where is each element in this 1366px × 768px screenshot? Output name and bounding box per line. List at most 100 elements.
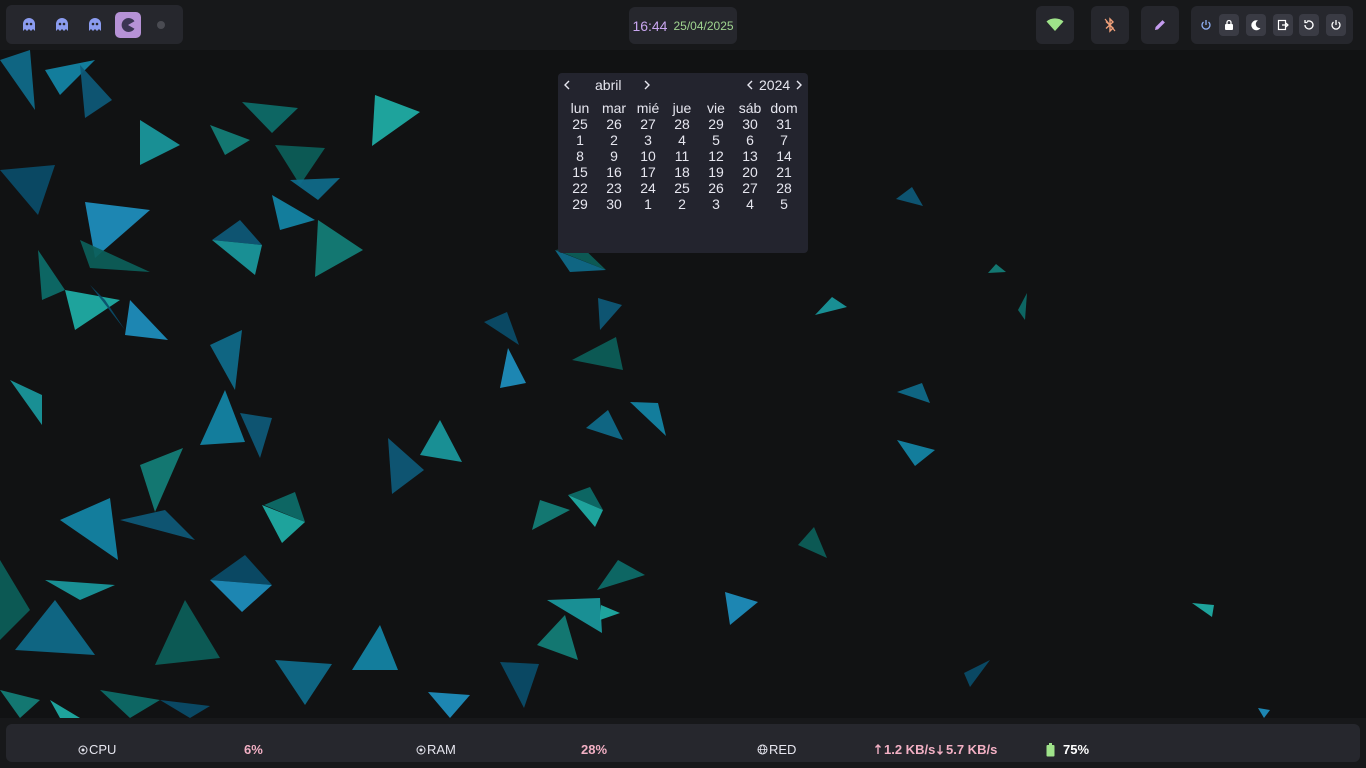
calendar-day[interactable]: 3 xyxy=(631,132,665,148)
workspace-5-button[interactable] xyxy=(148,12,174,38)
calendar-day[interactable]: 24 xyxy=(631,180,665,196)
clock-time: 16:44 xyxy=(632,17,668,34)
calendar-day[interactable]: 27 xyxy=(631,116,665,132)
network-download-rate: 5.7 KB/s xyxy=(946,742,998,757)
next-year-button[interactable] xyxy=(792,77,806,93)
wallpaper-shard xyxy=(125,300,168,340)
calendar-day[interactable]: 13 xyxy=(733,148,767,164)
calendar-day[interactable]: 7 xyxy=(767,132,801,148)
wallpaper-shard xyxy=(484,312,519,345)
calendar-day[interactable]: 20 xyxy=(733,164,767,180)
calendar-day[interactable]: 28 xyxy=(665,116,699,132)
calendar-day[interactable]: 19 xyxy=(699,164,733,180)
shutdown-button[interactable] xyxy=(1326,14,1346,36)
clock-widget[interactable]: 16:44 25/04/2025 xyxy=(629,7,737,44)
calendar-day[interactable]: 15 xyxy=(563,164,597,180)
bluetooth-button[interactable] xyxy=(1091,6,1129,44)
calendar-day[interactable]: 21 xyxy=(767,164,801,180)
calendar-day[interactable]: 17 xyxy=(631,164,665,180)
edit-button[interactable] xyxy=(1141,6,1179,44)
suspend-button[interactable] xyxy=(1246,14,1266,36)
calendar-week-row: 25 26 27 28 29 30 31 xyxy=(563,116,801,132)
wallpaper-shard xyxy=(240,413,272,458)
cpu-label: CPU xyxy=(89,742,117,757)
calendar-day[interactable]: 23 xyxy=(597,180,631,196)
wallpaper-shard xyxy=(140,448,183,512)
calendar-day[interactable]: 22 xyxy=(563,180,597,196)
workspace-2-button[interactable] xyxy=(49,12,75,38)
calendar-day[interactable]: 9 xyxy=(597,148,631,164)
battery-stat: 75% xyxy=(1046,742,1089,757)
calendar-week-row: 22 23 24 25 26 27 28 xyxy=(563,180,801,196)
calendar-day[interactable]: 1 xyxy=(563,132,597,148)
calendar-grid: lun mar mié jue vie sáb dom 25 26 27 28 … xyxy=(563,100,801,212)
calendar-day[interactable]: 4 xyxy=(665,132,699,148)
wallpaper-shard xyxy=(80,240,150,272)
ghost-icon xyxy=(56,18,68,31)
workspace-1-button[interactable] xyxy=(16,12,42,38)
calendar-day[interactable]: 1 xyxy=(631,196,665,212)
workspace-4-button[interactable] xyxy=(115,12,141,38)
calendar-day[interactable]: 11 xyxy=(665,148,699,164)
wallpaper-shard xyxy=(1018,293,1027,320)
weekday-label: sáb xyxy=(738,100,762,116)
power-icon xyxy=(1201,20,1211,30)
calendar-day[interactable]: 6 xyxy=(733,132,767,148)
power-button[interactable] xyxy=(1196,14,1216,36)
wallpaper-shard xyxy=(725,592,758,625)
calendar-day[interactable]: 29 xyxy=(699,116,733,132)
wallpaper-shard xyxy=(597,560,645,590)
calendar-day[interactable]: 10 xyxy=(631,148,665,164)
bluetooth-off-icon xyxy=(1104,17,1116,33)
calendar-day[interactable]: 31 xyxy=(767,116,801,132)
restart-button[interactable] xyxy=(1299,14,1319,36)
calendar-day[interactable]: 18 xyxy=(665,164,699,180)
wallpaper-shard xyxy=(210,125,250,155)
prev-month-button[interactable] xyxy=(560,77,574,93)
logout-button[interactable] xyxy=(1273,14,1293,36)
calendar-day[interactable]: 29 xyxy=(563,196,597,212)
calendar-day[interactable]: 3 xyxy=(699,196,733,212)
calendar-day[interactable]: 8 xyxy=(563,148,597,164)
calendar-day[interactable]: 4 xyxy=(733,196,767,212)
calendar-day[interactable]: 26 xyxy=(597,116,631,132)
calendar-day[interactable]: 26 xyxy=(699,180,733,196)
weekday-label: mar xyxy=(601,100,627,116)
calendar-day[interactable]: 27 xyxy=(733,180,767,196)
calendar-day[interactable]: 14 xyxy=(767,148,801,164)
wallpaper-shard xyxy=(897,440,935,466)
calendar-day[interactable]: 30 xyxy=(733,116,767,132)
calendar-day[interactable]: 25 xyxy=(563,116,597,132)
ram-label: RAM xyxy=(427,742,456,757)
shutdown-icon xyxy=(1331,20,1341,30)
wallpaper-shard xyxy=(388,438,424,494)
wallpaper-shard xyxy=(352,625,398,670)
workspace-3-button[interactable] xyxy=(82,12,108,38)
calendar-week-row: 29 30 1 2 3 4 5 xyxy=(563,196,801,212)
calendar-day[interactable]: 5 xyxy=(767,196,801,212)
clock-date: 25/04/2025 xyxy=(673,18,734,33)
calendar-day[interactable]: 2 xyxy=(597,132,631,148)
wallpaper-shard xyxy=(60,498,118,560)
wallpaper-shard xyxy=(100,690,160,718)
wallpaper-shard xyxy=(897,383,930,403)
weekday-label: dom xyxy=(770,100,798,116)
calendar-day[interactable]: 2 xyxy=(665,196,699,212)
wallpaper-shard xyxy=(896,187,923,206)
calendar-day[interactable]: 16 xyxy=(597,164,631,180)
wallpaper-shard xyxy=(140,120,180,165)
calendar-day[interactable]: 28 xyxy=(767,180,801,196)
ghost-icon xyxy=(89,18,101,31)
calendar-day[interactable]: 25 xyxy=(665,180,699,196)
calendar-day[interactable]: 30 xyxy=(597,196,631,212)
next-month-button[interactable] xyxy=(640,77,654,93)
wallpaper-shard xyxy=(1258,708,1270,718)
wallpaper-shard xyxy=(537,615,578,660)
calendar-day[interactable]: 5 xyxy=(699,132,733,148)
wallpaper-shard xyxy=(200,390,245,445)
prev-year-button[interactable] xyxy=(743,77,757,93)
lock-button[interactable] xyxy=(1219,14,1239,36)
lock-icon xyxy=(1225,19,1233,30)
wifi-button[interactable] xyxy=(1036,6,1074,44)
calendar-day[interactable]: 12 xyxy=(699,148,733,164)
